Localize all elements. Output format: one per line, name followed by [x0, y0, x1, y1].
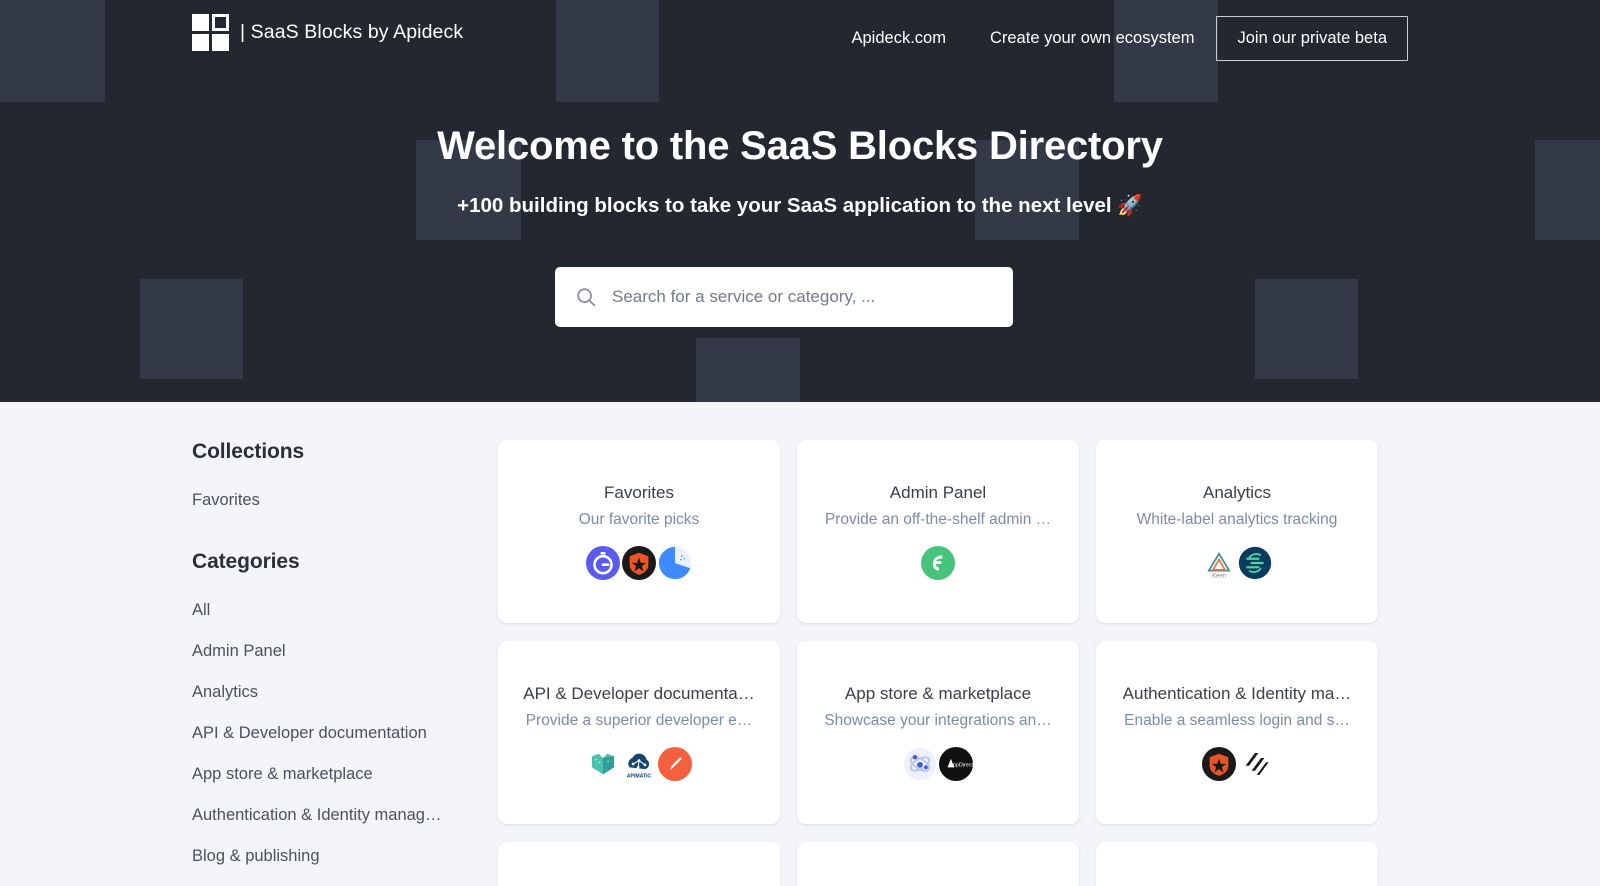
- logo-square-top-right: [212, 14, 229, 31]
- card-logo-row: APIMATIC: [586, 747, 692, 781]
- svg-text:AppDirect: AppDirect: [949, 763, 973, 769]
- card-analytics[interactable]: Analytics White-label analytics tracking…: [1096, 440, 1378, 623]
- nav-links-group: Apideck.com Create your own ecosystem Jo…: [852, 16, 1408, 61]
- logo-square-bottom-right: [212, 34, 229, 51]
- categories-heading: Categories: [192, 550, 300, 573]
- card-subtitle: Our favorite picks: [578, 511, 700, 528]
- fusionauth-logo-icon: [1245, 752, 1269, 776]
- svg-text:APIMATIC: APIMATIC: [627, 774, 652, 780]
- search-input[interactable]: [612, 287, 993, 307]
- card-row3-2[interactable]: [797, 842, 1079, 886]
- readme-teal-logo-icon: [591, 753, 615, 775]
- logo-square-bottom-left: [192, 34, 209, 51]
- card-row3-3[interactable]: [1096, 842, 1378, 886]
- main-content: Collections Favorites Categories All Adm…: [0, 402, 1600, 886]
- top-navigation-bar: | SaaS Blocks by Apideck Apideck.com Cre…: [0, 0, 1600, 78]
- sidebar: Collections Favorites Categories All Adm…: [192, 440, 498, 886]
- card-api-developer-documentation[interactable]: API & Developer documenta… Provide a sup…: [498, 641, 780, 824]
- hero-section: | SaaS Blocks by Apideck Apideck.com Cre…: [0, 0, 1600, 402]
- search-icon: [577, 288, 596, 307]
- join-private-beta-button[interactable]: Join our private beta: [1216, 16, 1408, 61]
- card-logo-row: [921, 546, 955, 580]
- card-favorites[interactable]: Favorites Our favorite picks: [498, 440, 780, 623]
- card-subtitle: Provide a superior developer e…: [525, 712, 753, 729]
- card-authentication-identity-management[interactable]: Authentication & Identity ma… Enable a s…: [1096, 641, 1378, 824]
- card-logo-row: [586, 546, 692, 580]
- card-subtitle: White-label analytics tracking: [1136, 511, 1338, 528]
- svg-text:Keen: Keen: [1212, 573, 1226, 579]
- blue-pie-logo-icon: [658, 546, 692, 580]
- nav-link-apideck-com[interactable]: Apideck.com: [852, 19, 946, 58]
- logo-square-top-left: [192, 14, 209, 31]
- card-logo-row: Keen: [1202, 546, 1272, 580]
- keen-io-logo-icon: Keen: [1207, 551, 1231, 579]
- card-subtitle: Showcase your integrations an…: [824, 712, 1052, 729]
- auth0-shield-logo-icon: [1202, 747, 1236, 781]
- card-logo-row: AppDirect: [903, 747, 973, 781]
- card-logo-row: [1202, 747, 1272, 781]
- card-admin-panel[interactable]: Admin Panel Provide an off-the-shelf adm…: [797, 440, 1079, 623]
- card-subtitle: Enable a seamless login and s…: [1124, 712, 1350, 729]
- stopwatch-purple-logo-icon: [586, 546, 620, 580]
- brand-logo-link[interactable]: | SaaS Blocks by Apideck: [192, 14, 463, 51]
- sidebar-item-analytics[interactable]: Analytics: [192, 683, 467, 702]
- card-title: App store & marketplace: [844, 684, 1032, 703]
- card-title: Favorites: [604, 483, 674, 502]
- card-title: Admin Panel: [889, 483, 987, 502]
- postman-orange-logo-icon: [658, 747, 692, 781]
- page-title: Welcome to the SaaS Blocks Directory: [437, 124, 1163, 168]
- four-squares-logo-icon: [192, 14, 229, 51]
- card-app-store-marketplace[interactable]: App store & marketplace Showcase your in…: [797, 641, 1079, 824]
- card-title: Authentication & Identity ma…: [1122, 684, 1352, 703]
- apimatic-logo-icon: APIMATIC: [627, 753, 652, 780]
- sidebar-item-favorites[interactable]: Favorites: [192, 491, 467, 510]
- search-bar[interactable]: [555, 267, 1013, 327]
- card-row3-1[interactable]: [498, 842, 780, 886]
- sidebar-item-all[interactable]: All: [192, 601, 467, 620]
- appdirect-logo-icon: AppDirect: [939, 747, 973, 781]
- nav-link-create-your-own-ecosystem[interactable]: Create your own ecosystem: [990, 19, 1195, 58]
- sidebar-item-app-store-marketplace[interactable]: App store & marketplace: [192, 765, 467, 784]
- forest-green-f-logo-icon: [921, 546, 955, 580]
- collections-heading: Collections: [192, 440, 305, 463]
- sidebar-item-authentication-identity-management[interactable]: Authentication & Identity manag…: [192, 806, 467, 825]
- sidebar-item-blog-publishing[interactable]: Blog & publishing: [192, 847, 467, 866]
- atom-blue-logo-icon: [903, 747, 937, 781]
- card-title: API & Developer documenta…: [523, 684, 755, 703]
- category-card-grid: Favorites Our favorite picks Admin Panel…: [498, 440, 1378, 886]
- card-title: Analytics: [1202, 483, 1272, 502]
- sidebar-item-api-developer-documentation[interactable]: API & Developer documentation: [192, 724, 467, 743]
- segment-logo-icon: [1238, 546, 1272, 580]
- sidebar-item-admin-panel[interactable]: Admin Panel: [192, 642, 467, 661]
- brand-title: | SaaS Blocks by Apideck: [240, 21, 464, 43]
- auth0-shield-logo-icon: [622, 546, 656, 580]
- card-subtitle: Provide an off-the-shelf admin …: [824, 511, 1052, 528]
- page-subtitle: +100 building blocks to take your SaaS a…: [457, 194, 1143, 217]
